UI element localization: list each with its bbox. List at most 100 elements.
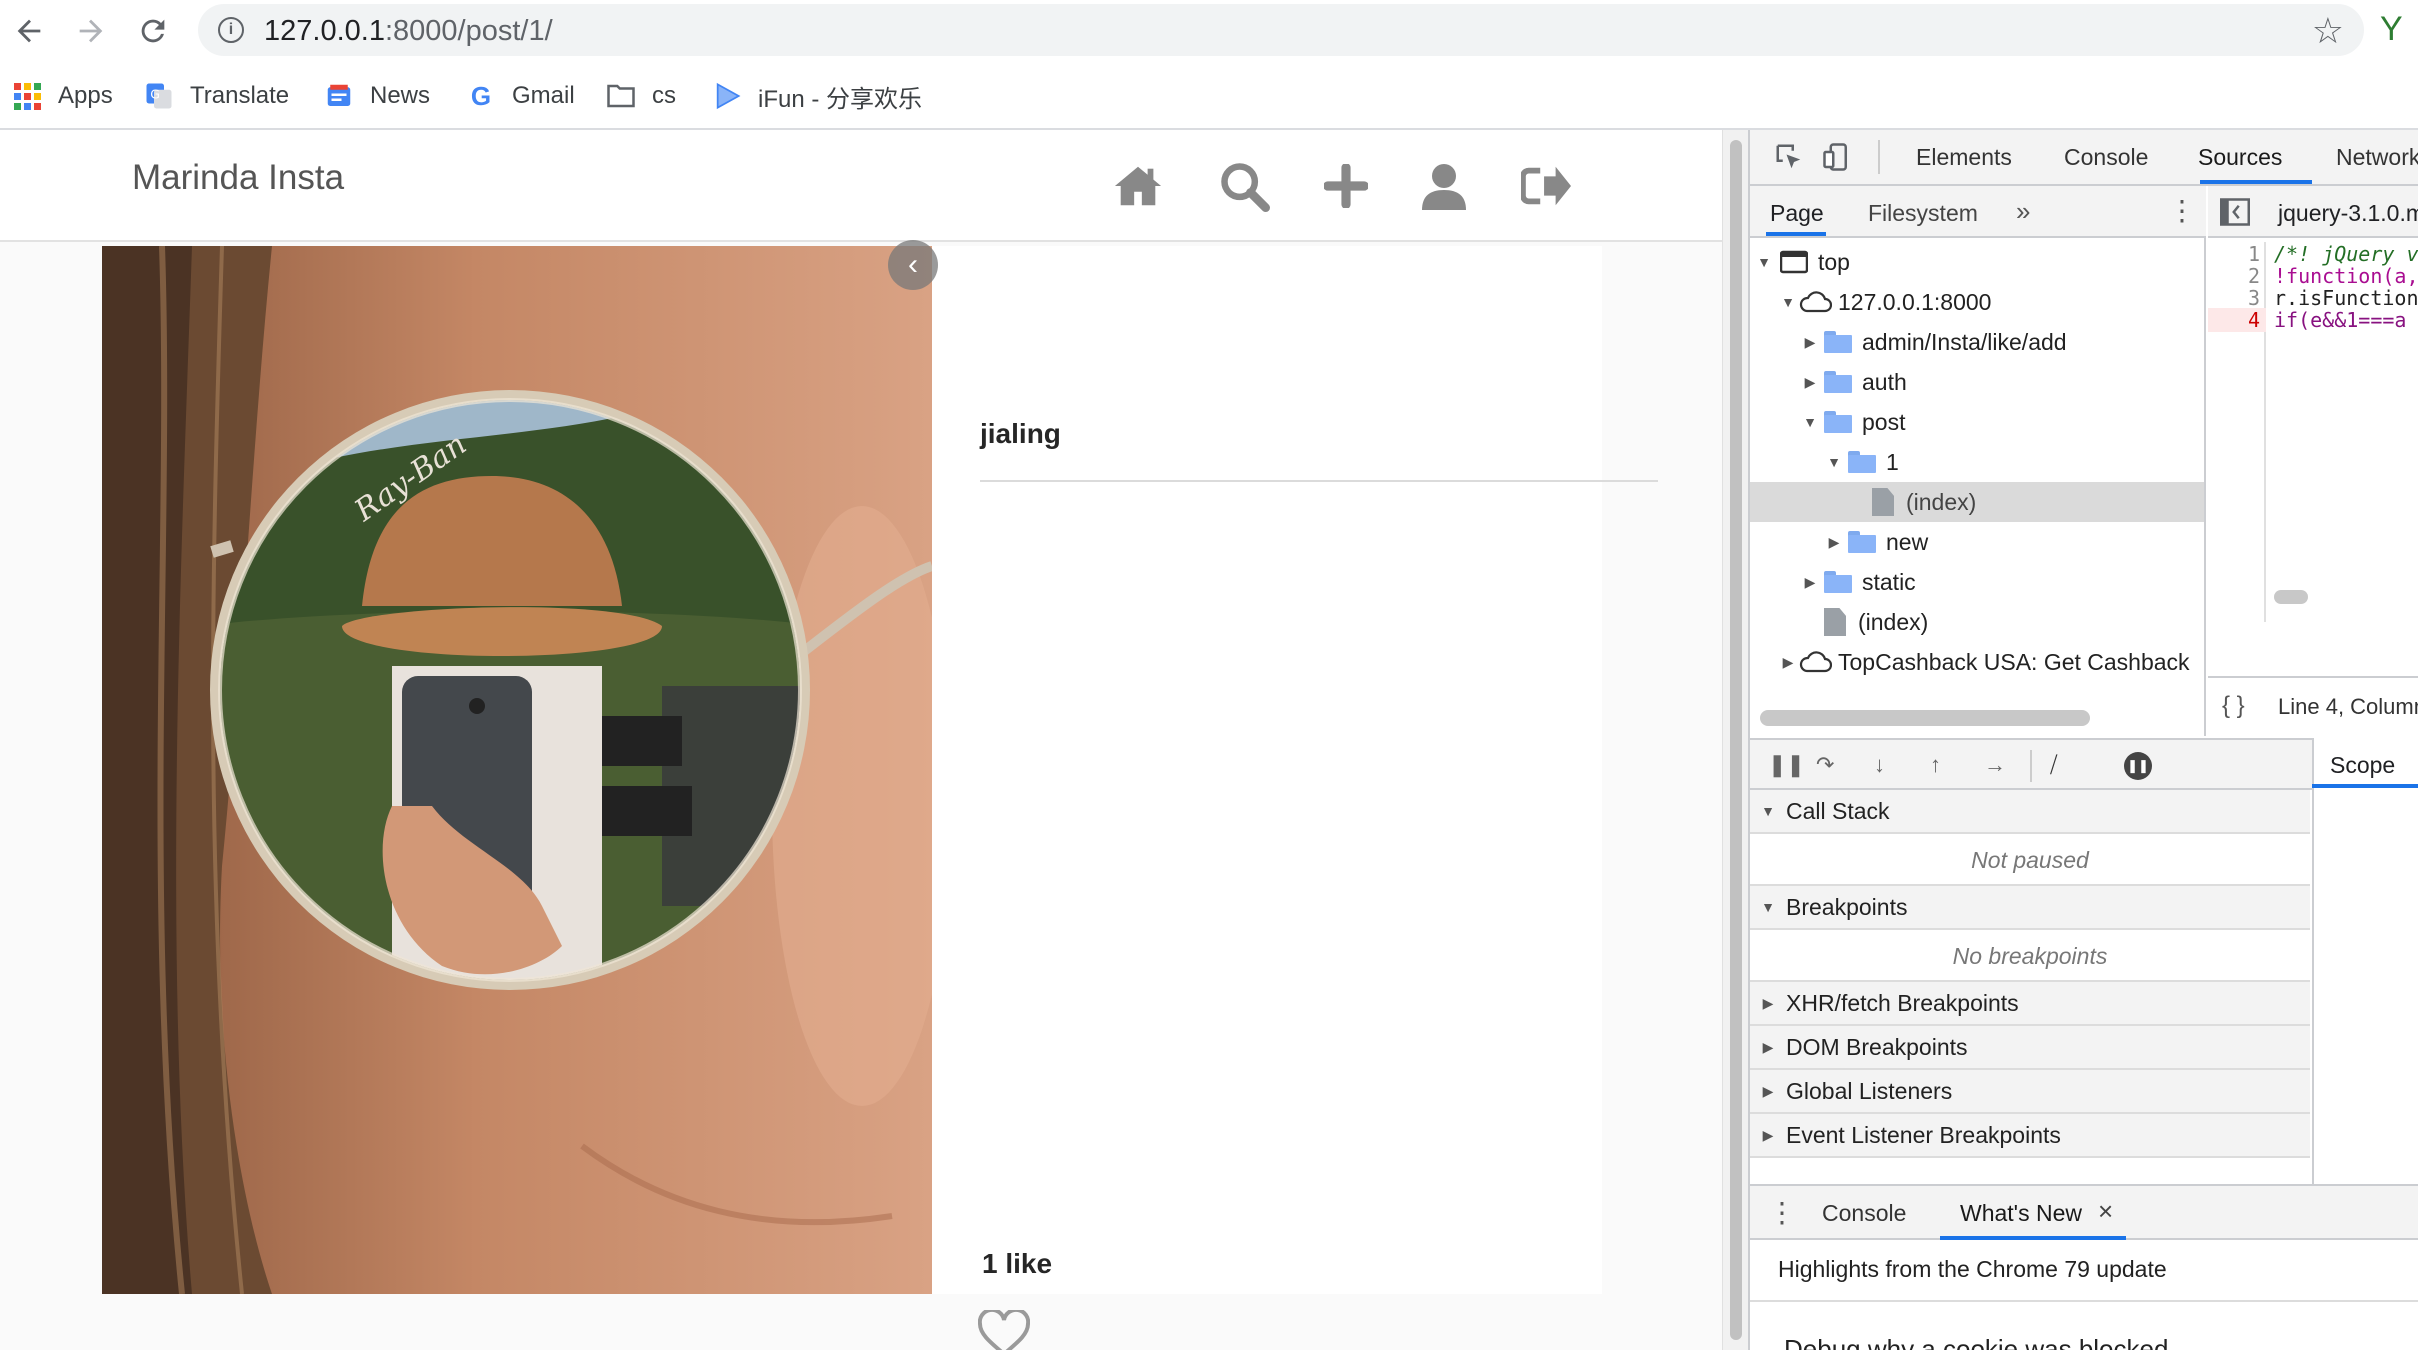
collapsed-triangle-icon[interactable]: ▶	[1802, 374, 1818, 391]
translate-icon: G	[144, 81, 174, 111]
home-icon[interactable]	[1108, 156, 1168, 216]
tab-console[interactable]: Console	[2064, 144, 2148, 171]
tab-elements[interactable]: Elements	[1916, 144, 2012, 171]
more-tabs-chevron-icon[interactable]: »	[2016, 196, 2030, 227]
tree-row-folder[interactable]: ▼ post	[1750, 402, 2204, 442]
page-scrollbar-thumb[interactable]	[1730, 140, 1742, 1340]
reload-icon[interactable]	[130, 8, 176, 54]
navigator-tab-filesystem[interactable]: Filesystem	[1868, 200, 1978, 227]
user-icon[interactable]	[1414, 156, 1474, 216]
tree-row-folder[interactable]: ▶ auth	[1750, 362, 2204, 402]
line-number: 1	[2247, 242, 2260, 266]
collapsed-triangle-icon[interactable]: ▶	[1802, 334, 1818, 351]
folder-icon	[1824, 331, 1852, 353]
bookmark-news[interactable]: News	[324, 76, 430, 116]
pause-on-exceptions-icon[interactable]: ❚❚	[2124, 752, 2152, 780]
toggle-navigator-icon[interactable]	[2220, 198, 2250, 231]
section-xhr-breakpoints[interactable]: ▶ XHR/fetch Breakpoints	[1750, 982, 2310, 1026]
prev-photo-chevron-icon[interactable]: ‹	[888, 240, 938, 290]
page-viewport: Marinda Insta Ray-Ban ‹ jialing 1 like	[0, 130, 1722, 1350]
heart-icon[interactable]	[977, 1307, 1031, 1350]
code-line[interactable]: /*! jQuery v3.1.0	[2274, 242, 2418, 266]
folder-icon	[1824, 571, 1852, 593]
drawer-menu-icon[interactable]: ⋮	[1768, 1196, 1796, 1229]
close-icon[interactable]: ×	[2098, 1196, 2113, 1227]
device-toolbar-icon[interactable]	[1822, 142, 1852, 177]
active-navigator-indicator	[1766, 232, 1826, 236]
tree-row-folder[interactable]: ▶ new	[1750, 522, 2204, 562]
section-breakpoints[interactable]: ▼ Breakpoints	[1750, 886, 2310, 930]
section-event-listener-breakpoints[interactable]: ▶ Event Listener Breakpoints	[1750, 1114, 2310, 1158]
bookmark-apps[interactable]: Apps	[12, 76, 113, 116]
expand-triangle-icon[interactable]: ▼	[1756, 254, 1772, 270]
code-line[interactable]: r.isFunction(	[2274, 286, 2418, 310]
post-username[interactable]: jialing	[980, 418, 1061, 450]
drawer-tab-whats-new[interactable]: What's New	[1960, 1200, 2082, 1227]
url-text[interactable]: 127.0.0.1:8000/post/1/	[264, 15, 553, 48]
step-over-icon[interactable]: ↷	[1816, 752, 1834, 778]
tab-sources[interactable]: Sources	[2198, 144, 2282, 171]
pretty-print-braces-icon[interactable]: { }	[2222, 692, 2245, 720]
tree-row-file-selected[interactable]: (index)	[1750, 482, 2204, 522]
whats-new-item[interactable]: Debug why a cookie was blocked	[1784, 1334, 2168, 1350]
tree-row-top[interactable]: ▼ top	[1750, 242, 2204, 282]
sources-navigator: Page Filesystem » ⋮ ▼ top ▼ 127.0.0.1:80…	[1750, 186, 2206, 736]
deactivate-breakpoints-icon[interactable]: ⧸	[2050, 752, 2057, 778]
step-icon[interactable]: →	[1984, 752, 2006, 778]
bookmark-folder-cs[interactable]: cs	[606, 76, 676, 116]
post-photo[interactable]: Ray-Ban	[102, 246, 932, 1294]
bookmark-translate[interactable]: G Translate	[144, 76, 289, 116]
cursor-position: Line 4, Column	[2278, 694, 2418, 719]
folder-icon	[1848, 531, 1876, 553]
step-into-icon[interactable]: ↓	[1874, 752, 1885, 778]
site-brand[interactable]: Marinda Insta	[132, 158, 344, 198]
tree-row-folder[interactable]: ▶ static	[1750, 562, 2204, 602]
back-arrow-icon[interactable]	[6, 8, 52, 54]
tree-row-host[interactable]: ▶ TopCashback USA: Get Cashback	[1750, 642, 2204, 682]
file-icon	[1824, 608, 1846, 636]
code-line[interactable]: if(e&&1===a	[2274, 308, 2406, 332]
expand-triangle-icon[interactable]: ▼	[1780, 294, 1796, 310]
frame-icon	[1780, 250, 1808, 274]
inspect-element-icon[interactable]	[1774, 142, 1804, 177]
editor-hscrollbar[interactable]	[2274, 590, 2308, 604]
search-icon[interactable]	[1214, 156, 1274, 216]
collapsed-triangle-icon[interactable]: ▶	[1826, 534, 1842, 551]
plus-icon[interactable]	[1316, 156, 1376, 216]
site-info-icon[interactable]: i	[218, 17, 244, 43]
collapsed-triangle-icon[interactable]: ▶	[1802, 574, 1818, 591]
forward-arrow-icon[interactable]	[68, 8, 114, 54]
section-global-listeners[interactable]: ▶ Global Listeners	[1750, 1070, 2310, 1114]
separator	[1878, 140, 1880, 174]
step-out-icon[interactable]: ↑	[1930, 752, 1941, 778]
section-call-stack[interactable]: ▼ Call Stack	[1750, 790, 2310, 834]
navigator-hscrollbar[interactable]	[1760, 710, 2090, 726]
bookmark-gmail[interactable]: G Gmail	[466, 76, 575, 116]
apps-grid-icon	[12, 81, 42, 111]
drawer-tab-console[interactable]: Console	[1822, 1200, 1906, 1227]
editor-status-bar: { } Line 4, Column	[2208, 676, 2418, 736]
expand-triangle-icon[interactable]: ▼	[1826, 454, 1842, 470]
code-line[interactable]: !function(a,b){	[2274, 264, 2418, 288]
line-number: 2	[2247, 264, 2260, 288]
divider	[980, 480, 1658, 482]
extension-icon[interactable]: Y	[2380, 10, 2403, 49]
scope-pane	[2312, 790, 2418, 1184]
address-bar[interactable]: i 127.0.0.1:8000/post/1/ ☆	[198, 4, 2364, 56]
tab-network[interactable]: Network	[2336, 144, 2418, 171]
kebab-menu-icon[interactable]: ⋮	[2168, 194, 2196, 227]
expand-triangle-icon[interactable]: ▼	[1802, 414, 1818, 430]
tree-row-folder[interactable]: ▶ admin/Insta/like/add	[1750, 322, 2204, 362]
bookmark-ifun[interactable]: iFun - 分享欢乐	[712, 76, 922, 116]
tree-row-host[interactable]: ▼ 127.0.0.1:8000	[1750, 282, 2204, 322]
tree-row-file[interactable]: (index)	[1750, 602, 2204, 642]
pause-icon[interactable]: ❚❚	[1768, 752, 1805, 778]
editor-file-tab[interactable]: jquery-3.1.0.min.js	[2278, 200, 2418, 227]
bookmark-star-icon[interactable]: ☆	[2312, 10, 2344, 52]
logout-icon[interactable]	[1516, 156, 1576, 216]
navigator-tab-page[interactable]: Page	[1770, 200, 1824, 227]
section-dom-breakpoints[interactable]: ▶ DOM Breakpoints	[1750, 1026, 2310, 1070]
collapsed-triangle-icon[interactable]: ▶	[1780, 654, 1796, 671]
tree-row-folder[interactable]: ▼ 1	[1750, 442, 2204, 482]
svg-text:G: G	[150, 87, 160, 102]
